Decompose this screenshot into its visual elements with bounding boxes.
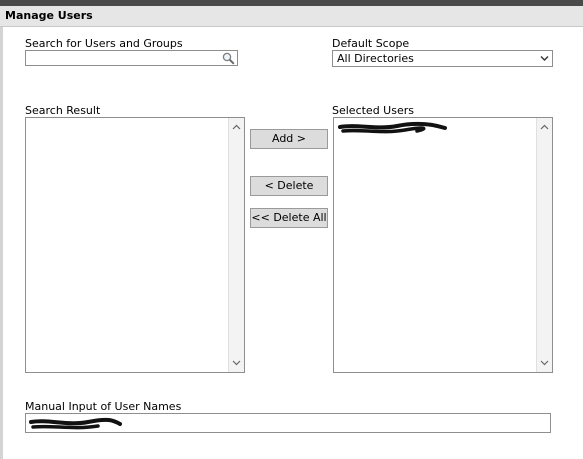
redacted-user-entry[interactable] bbox=[337, 121, 449, 137]
default-scope-select[interactable]: All Directories bbox=[332, 50, 553, 67]
chevron-down-icon bbox=[540, 56, 549, 61]
search-icon[interactable] bbox=[222, 52, 235, 65]
chevron-up-icon bbox=[540, 124, 549, 130]
search-result-label: Search Result bbox=[25, 104, 101, 117]
add-button[interactable]: Add > bbox=[250, 129, 328, 149]
selected-users-list[interactable] bbox=[333, 117, 553, 373]
window-title: Manage Users bbox=[0, 6, 583, 27]
search-input[interactable] bbox=[26, 51, 218, 65]
redacted-manual-text bbox=[29, 417, 122, 430]
scroll-down-button[interactable] bbox=[537, 355, 552, 371]
manual-input-label: Manual Input of User Names bbox=[25, 400, 182, 413]
search-label: Search for Users and Groups bbox=[25, 37, 183, 50]
scroll-down-button[interactable] bbox=[229, 355, 244, 371]
selected-users-label: Selected Users bbox=[332, 104, 414, 117]
chevron-down-icon bbox=[232, 360, 241, 366]
search-result-list[interactable] bbox=[25, 117, 245, 373]
default-scope-value: All Directories bbox=[337, 52, 414, 65]
default-scope-label: Default Scope bbox=[332, 37, 410, 50]
search-result-scrollbar[interactable] bbox=[228, 118, 244, 372]
chevron-down-icon bbox=[540, 360, 549, 366]
delete-button[interactable]: < Delete bbox=[250, 176, 328, 196]
scroll-up-button[interactable] bbox=[229, 119, 244, 135]
scroll-up-button[interactable] bbox=[537, 119, 552, 135]
manual-input-field bbox=[25, 413, 551, 433]
window-left-border bbox=[0, 27, 3, 459]
selected-users-scrollbar[interactable] bbox=[536, 118, 552, 372]
search-field bbox=[25, 50, 238, 66]
delete-all-button[interactable]: << Delete All bbox=[250, 208, 328, 228]
chevron-up-icon bbox=[232, 124, 241, 130]
